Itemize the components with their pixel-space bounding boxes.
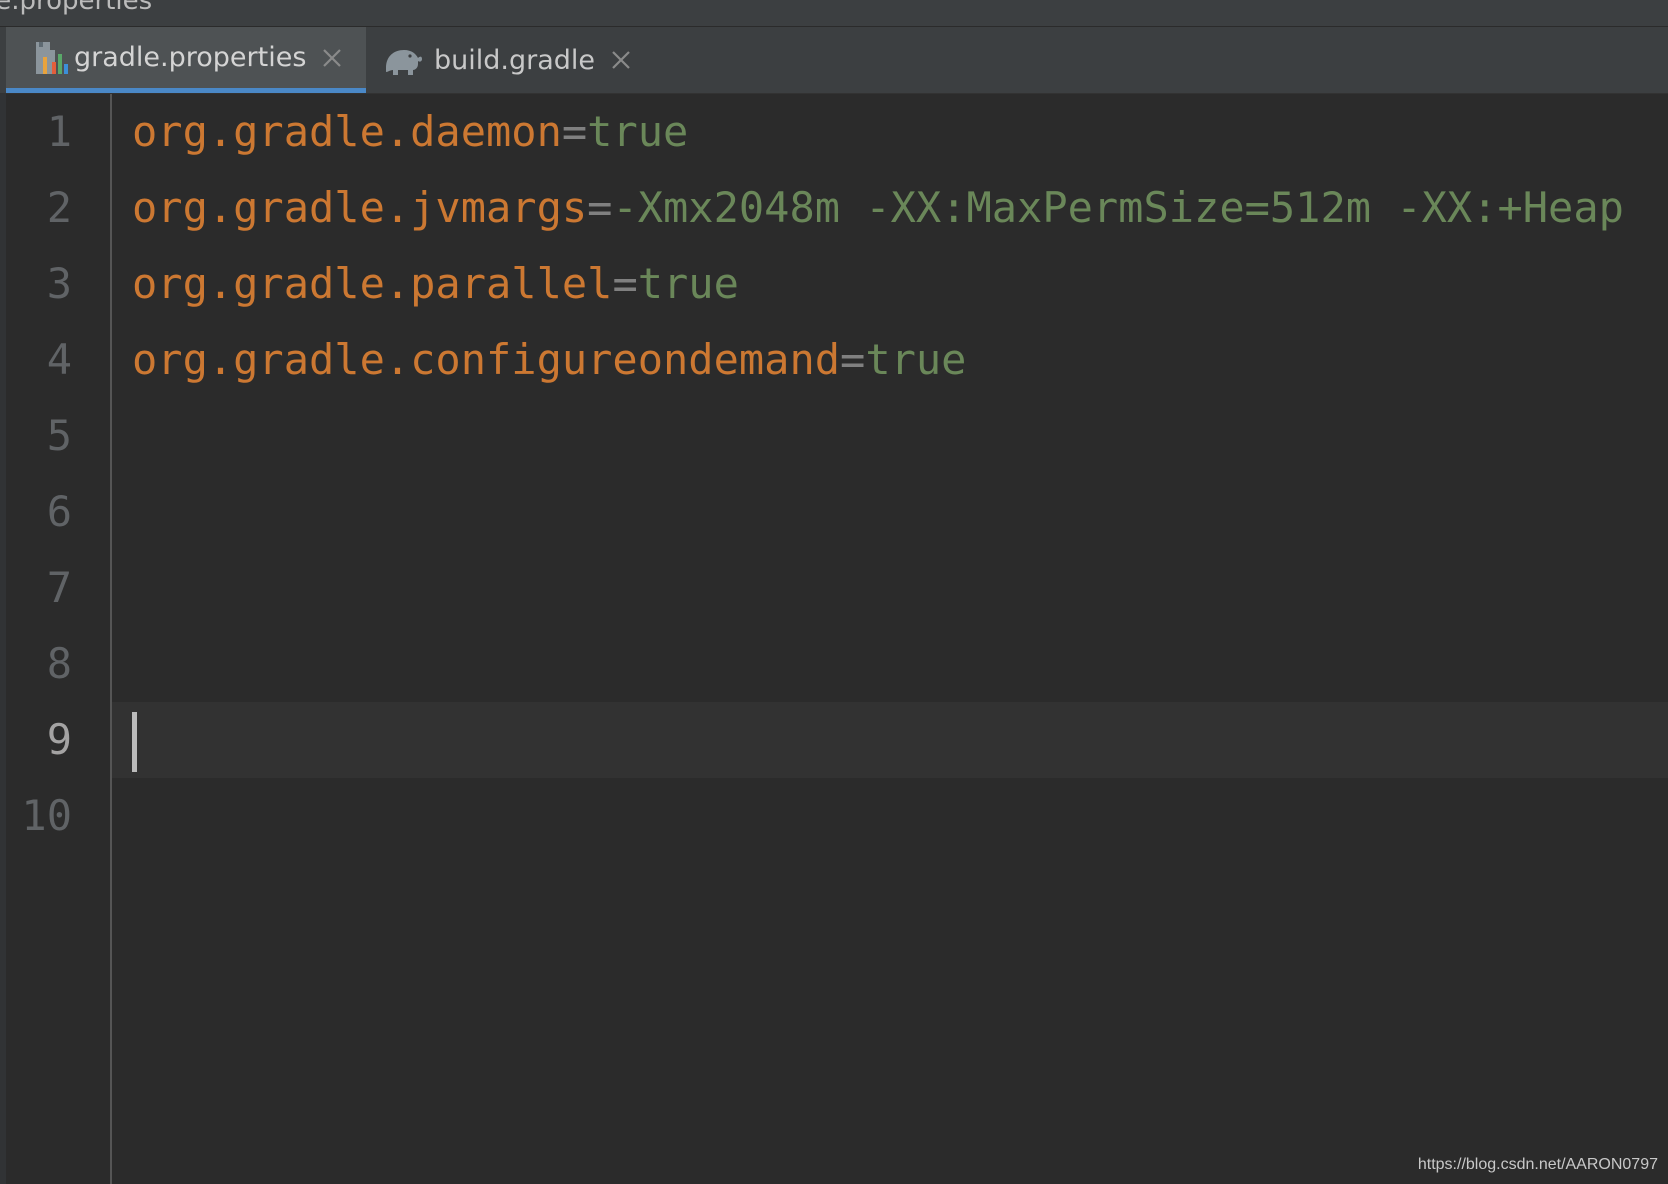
code-line: org.gradle.jvmargs=-Xmx2048m -XX:MaxPerm… [132, 170, 1624, 246]
text-caret [132, 712, 137, 772]
property-value: true [865, 335, 967, 384]
line-number: 4 [46, 335, 72, 384]
ide-window: le.properties gradle.properties build.gr… [0, 0, 1668, 1184]
property-equals: = [612, 259, 638, 308]
close-icon[interactable] [609, 48, 633, 72]
property-value: true [637, 259, 739, 308]
close-icon[interactable] [320, 46, 344, 70]
tab-label: gradle.properties [74, 42, 307, 73]
code-line: org.gradle.configureondemand=true [132, 322, 966, 398]
property-equals: = [840, 335, 866, 384]
line-number: 2 [46, 183, 72, 232]
editor-tab-bar: gradle.properties build.gradle [0, 27, 1668, 94]
line-number-gutter[interactable]: 1 2 3 4 5 6 7 8 9 10 [6, 94, 112, 1184]
property-value: -Xmx2048m -XX:MaxPermSize=512m -XX:+Heap [612, 183, 1624, 232]
property-key: org.gradle.configureondemand [132, 335, 841, 384]
property-key: org.gradle.parallel [132, 259, 613, 308]
line-number: 6 [46, 487, 72, 536]
window-title: le.properties [0, 0, 153, 16]
line-number: 3 [46, 259, 72, 308]
property-equals: = [587, 183, 613, 232]
property-value: true [587, 107, 689, 156]
code-line: org.gradle.daemon=true [132, 94, 688, 170]
properties-file-icon [32, 40, 68, 76]
line-number: 1 [46, 107, 72, 156]
title-bar: le.properties [0, 0, 1668, 27]
property-key: org.gradle.jvmargs [132, 183, 588, 232]
property-equals: = [561, 107, 588, 156]
code-line: org.gradle.parallel=true [132, 246, 739, 322]
code-text-area[interactable]: org.gradle.daemon=true org.gradle.jvmarg… [132, 94, 1668, 1184]
tab-build-gradle[interactable]: build.gradle [370, 27, 642, 93]
line-number: 5 [46, 411, 72, 460]
line-number: 7 [46, 563, 72, 612]
tab-gradle-properties[interactable]: gradle.properties [6, 27, 366, 93]
line-number-current: 9 [46, 715, 72, 764]
line-number: 8 [46, 639, 72, 688]
watermark: https://blog.csdn.net/AARON0797 [1417, 1156, 1658, 1173]
code-editor[interactable]: 1 2 3 4 5 6 7 8 9 10 org.gradle.daemon=t… [0, 94, 1668, 1184]
gradle-elephant-icon [382, 42, 424, 78]
property-key: org.gradle.daemon [132, 107, 562, 156]
tab-label: build.gradle [434, 44, 596, 76]
line-number: 10 [21, 791, 72, 840]
